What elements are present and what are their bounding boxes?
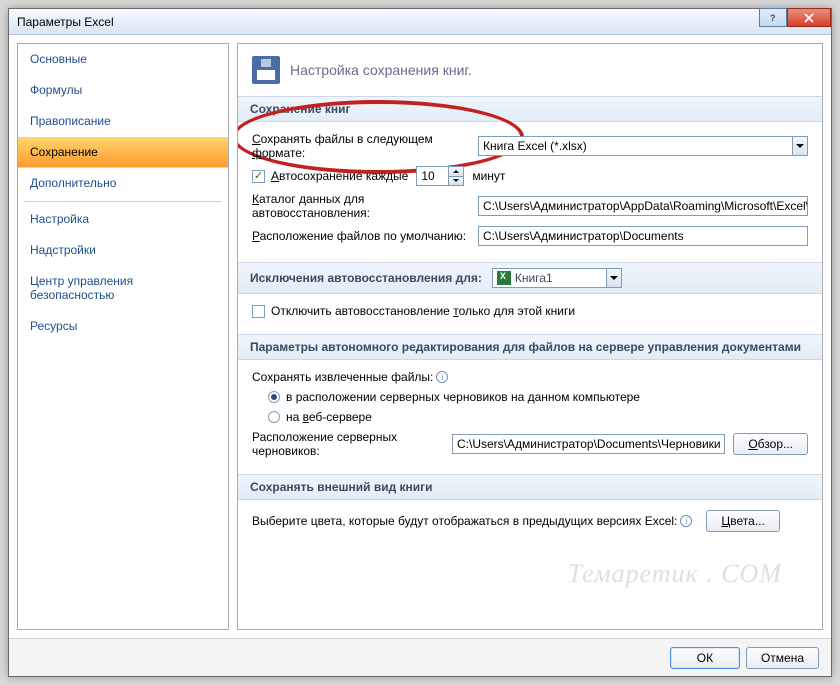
workbook-value: Книга1: [515, 271, 553, 285]
autosave-label: Автосохранение каждые: [271, 169, 408, 183]
svg-text:?: ?: [770, 13, 776, 23]
sidebar-item-proofing[interactable]: Правописание: [18, 106, 228, 137]
format-value: Книга Excel (*.xlsx): [483, 139, 587, 153]
autosave-unit: минут: [472, 169, 505, 183]
recovery-path-field[interactable]: C:\Users\Администратор\AppData\Roaming\M…: [478, 196, 808, 216]
autosave-interval-spinner[interactable]: 10: [416, 166, 464, 186]
ok-button[interactable]: ОК: [670, 647, 740, 669]
close-button[interactable]: [787, 8, 831, 27]
category-sidebar: Основные Формулы Правописание Сохранение…: [17, 43, 229, 630]
drafts-path-label: Расположение серверных черновиков:: [252, 430, 452, 458]
default-path-label: Расположение файлов по умолчанию:: [252, 229, 478, 243]
window-title: Параметры Excel: [9, 15, 114, 29]
format-dropdown[interactable]: Книга Excel (*.xlsx): [478, 136, 808, 156]
exceptions-title: Исключения автовосстановления для:: [250, 271, 482, 285]
recovery-path-label: Каталог данных для автовосстановления:: [252, 192, 478, 220]
panel-title: Настройка сохранения книг.: [290, 62, 472, 78]
format-label: Сохранять файлы в следующем формате:: [252, 132, 478, 160]
colors-button[interactable]: Цвета...: [706, 510, 779, 532]
radio-web-server-label: на веб-сервере: [286, 410, 372, 424]
autosave-checkbox[interactable]: [252, 170, 265, 183]
drafts-path-field[interactable]: C:\Users\Администратор\Documents\Чернови…: [452, 434, 725, 454]
main-panel: Настройка сохранения книг. Сохранение кн…: [237, 43, 823, 630]
excel-icon: [497, 271, 511, 285]
sidebar-item-formulas[interactable]: Формулы: [18, 75, 228, 106]
radio-local-drafts-label: в расположении серверных черновиков на д…: [286, 390, 640, 404]
spinner-up[interactable]: [449, 167, 463, 177]
section-save-books: Сохранение книг: [238, 96, 822, 122]
radio-web-server[interactable]: [268, 411, 280, 423]
info-icon[interactable]: i: [436, 371, 448, 383]
save-extracted-label: Сохранять извлеченные файлы:: [252, 370, 433, 384]
titlebar: Параметры Excel ?: [9, 9, 831, 35]
sidebar-item-customize[interactable]: Настройка: [18, 204, 228, 235]
sidebar-item-advanced[interactable]: Дополнительно: [18, 168, 228, 199]
sidebar-item-addins[interactable]: Надстройки: [18, 235, 228, 266]
default-path-field[interactable]: C:\Users\Администратор\Documents: [478, 226, 808, 246]
spinner-down[interactable]: [449, 177, 463, 186]
disable-autorecovery-label: Отключить автовосстановление только для …: [271, 304, 575, 318]
section-offline: Параметры автономного редактирования для…: [238, 334, 822, 360]
radio-local-drafts[interactable]: [268, 391, 280, 403]
chevron-down-icon[interactable]: [606, 269, 621, 287]
sidebar-item-trustcenter[interactable]: Центр управления безопасностью: [18, 266, 228, 311]
colors-hint: Выберите цвета, которые будут отображать…: [252, 514, 677, 528]
watermark: Темаретик . COM: [568, 559, 782, 589]
section-appearance: Сохранять внешний вид книги: [238, 474, 822, 500]
cancel-button[interactable]: Отмена: [746, 647, 819, 669]
divider: [24, 201, 222, 202]
info-icon[interactable]: i: [680, 515, 692, 527]
autosave-value: 10: [417, 169, 448, 183]
chevron-down-icon[interactable]: [792, 137, 807, 155]
help-button[interactable]: ?: [759, 8, 787, 27]
sidebar-item-save[interactable]: Сохранение: [18, 137, 228, 168]
workbook-dropdown[interactable]: Книга1: [492, 268, 622, 288]
browse-button[interactable]: Обзор...: [733, 433, 808, 455]
sidebar-item-resources[interactable]: Ресурсы: [18, 311, 228, 342]
options-dialog: Параметры Excel ? Основные Формулы Право…: [8, 8, 832, 677]
dialog-footer: ОК Отмена: [9, 638, 831, 676]
sidebar-item-general[interactable]: Основные: [18, 44, 228, 75]
disable-autorecovery-checkbox[interactable]: [252, 305, 265, 318]
section-exceptions: Исключения автовосстановления для: Книга…: [238, 262, 822, 294]
floppy-icon: [252, 56, 280, 84]
